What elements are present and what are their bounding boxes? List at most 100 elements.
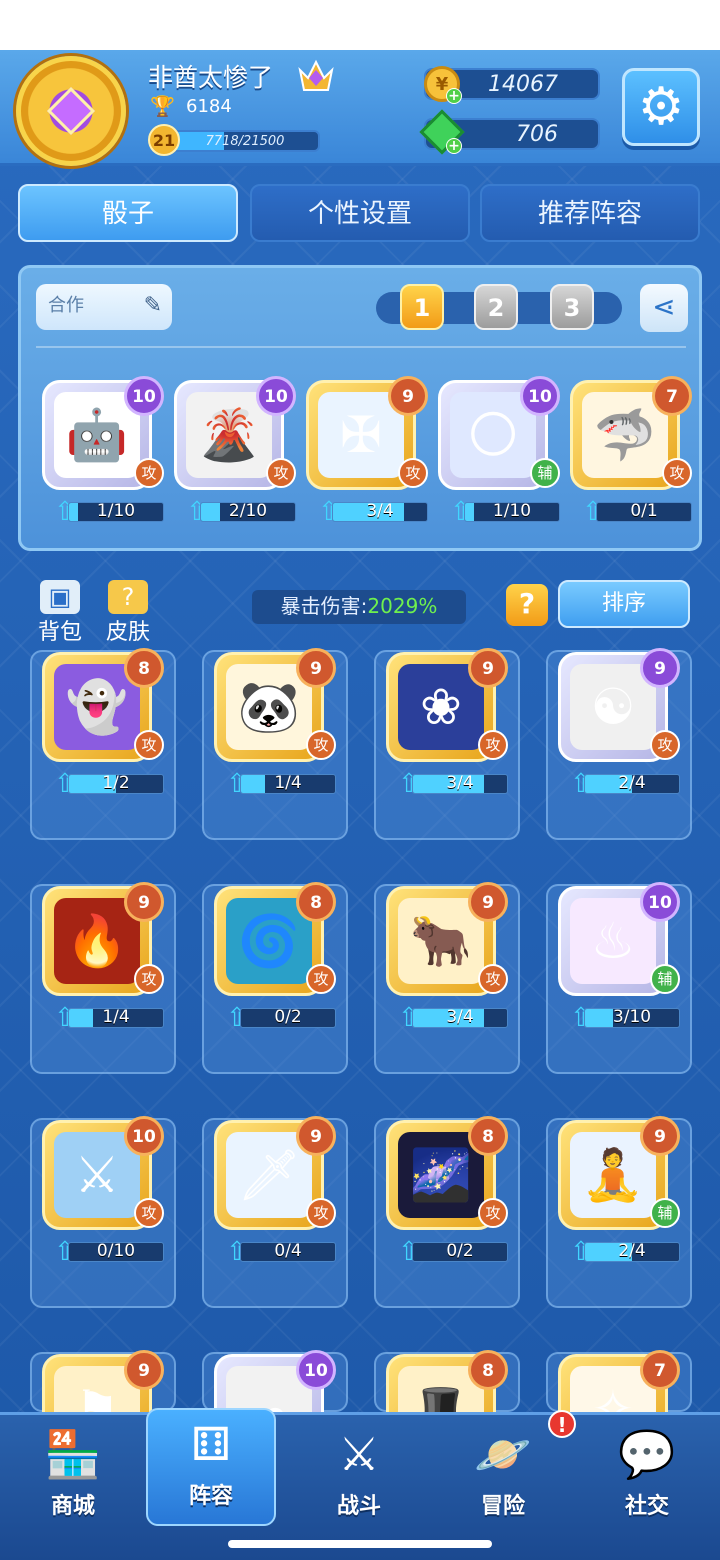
deck-slot-2[interactable]: 2 [474, 284, 518, 330]
collection-card[interactable]: 🧘 9 辅 ⇧ 2/4 [552, 1114, 684, 1274]
card-level: 8 [124, 648, 164, 688]
progress-text: 3/4 [446, 1007, 474, 1027]
card-progress[interactable]: ⇧ 0/10 [54, 1238, 166, 1266]
avatar[interactable] [16, 56, 126, 166]
nav-dice[interactable]: ⚅ 阵容 [146, 1408, 276, 1526]
collection-card[interactable]: 🐼 9 攻 ⇧ 1/4 [208, 646, 340, 806]
collection-card[interactable]: 👻 8 攻 ⇧ 1/2 [36, 646, 168, 806]
nav-planet[interactable]: 🪐 冒险 [438, 1420, 568, 1530]
sort-button[interactable]: 排序 [558, 580, 690, 628]
collection-card[interactable]: 🔥 9 攻 ⇧ 1/4 [36, 880, 168, 1040]
card-progress[interactable]: ⇧ 1/10 [450, 498, 562, 526]
deck-card[interactable]: 🌕 10 辅 ⇧ 1/10 [432, 374, 564, 534]
card-progress[interactable]: ⇧ 1/2 [54, 770, 166, 798]
tab-dice[interactable]: 骰子 [18, 184, 238, 242]
player-level: 21 [148, 124, 180, 156]
card-progress[interactable]: ⇧ 1/4 [54, 1004, 166, 1032]
card-progress[interactable]: ⇧ 3/10 [570, 1004, 682, 1032]
deck-card[interactable]: 🦈 7 攻 ⇧ 0/1 [564, 374, 696, 534]
nav-label: 阵容 [188, 1484, 233, 1509]
card-progress[interactable]: ⇧ 1/10 [54, 498, 166, 526]
card-level: 9 [640, 648, 680, 688]
card-level: 8 [468, 1350, 508, 1390]
settings-button[interactable]: ⚙ [622, 68, 700, 146]
tab-recommended-decks[interactable]: 推荐阵容 [480, 184, 700, 242]
share-button[interactable]: ⋖ [640, 284, 688, 332]
card-type-badge: 辅 [530, 458, 560, 488]
progress-text: 0/10 [96, 1241, 136, 1261]
card-type-badge: 攻 [134, 458, 164, 488]
progress-text: 2/4 [618, 1241, 646, 1261]
crit-damage: 暴击伤害:2029% [252, 590, 466, 624]
collection-card[interactable]: 🐂 9 攻 ⇧ 3/4 [380, 880, 512, 1040]
deck-card[interactable]: 🤖 10 攻 ⇧ 1/10 [36, 374, 168, 534]
divider [36, 346, 686, 348]
card-progress[interactable]: ⇧ 3/4 [398, 770, 510, 798]
card-type-badge: 辅 [650, 1198, 680, 1228]
card-progress[interactable]: ⇧ 2/10 [186, 498, 298, 526]
tab-customize[interactable]: 个性设置 [250, 184, 470, 242]
help-button[interactable]: ? [506, 584, 548, 626]
alert-badge: ! [548, 1410, 576, 1438]
progress-text: 0/4 [274, 1241, 302, 1261]
crit-label: 暴击伤害: [280, 594, 368, 618]
card-level: 10 [124, 1116, 164, 1156]
card-progress[interactable]: ⇧ 2/4 [570, 770, 682, 798]
player-name: 非酋太惨了 [148, 63, 274, 92]
deck-card[interactable]: ✠ 9 攻 ⇧ 3/4 [300, 374, 432, 534]
nav-label: 商城 [50, 1494, 95, 1519]
collection-card[interactable]: ☯ 9 攻 ⇧ 2/4 [552, 646, 684, 806]
crit-value: 2029% [367, 594, 438, 618]
collection-card[interactable]: ❀ 9 攻 ⇧ 3/4 [380, 646, 512, 806]
card-type-badge: 攻 [134, 1198, 164, 1228]
gear-icon: ⚙ [637, 77, 685, 137]
card-level: 9 [640, 1116, 680, 1156]
card-type-badge: 攻 [478, 730, 508, 760]
card-progress[interactable]: ⇧ 2/4 [570, 1238, 682, 1266]
gem-value: 706 [516, 122, 558, 147]
card-level: 8 [468, 1116, 508, 1156]
card-progress[interactable]: ⇧ 0/4 [226, 1238, 338, 1266]
card-type-badge: 攻 [398, 458, 428, 488]
card-progress[interactable]: ⇧ 3/4 [318, 498, 430, 526]
card-progress[interactable]: ⇧ 3/4 [398, 1004, 510, 1032]
collection-card[interactable]: ⚔ 10 攻 ⇧ 0/10 [36, 1114, 168, 1274]
card-level: 10 [296, 1350, 336, 1390]
card-type-badge: 辅 [650, 964, 680, 994]
add-gem-icon[interactable]: + [446, 138, 462, 154]
card-progress[interactable]: ⇧ 0/2 [226, 1004, 338, 1032]
status-bar [0, 0, 720, 50]
card-level: 10 [520, 376, 560, 416]
deck-name-field[interactable]: 合作 ✎ [36, 284, 172, 330]
card-progress[interactable]: ⇧ 1/4 [226, 770, 338, 798]
add-gold-icon[interactable]: + [446, 88, 462, 104]
card-level: 9 [468, 648, 508, 688]
nav-shop[interactable]: 🏪 商城 [8, 1420, 138, 1530]
card-level: 7 [652, 376, 692, 416]
bag-label: 背包 [37, 620, 82, 645]
share-icon: ⋖ [652, 290, 676, 323]
card-progress[interactable]: ⇧ 0/2 [398, 1238, 510, 1266]
skin-button[interactable]: ? 皮肤 [100, 580, 156, 646]
shop-icon: 🏪 [44, 1427, 102, 1481]
deck-slot-1[interactable]: 1 [400, 284, 444, 330]
collection-card[interactable]: 🌀 8 攻 ⇧ 0/2 [208, 880, 340, 1040]
card-progress[interactable]: ⇧ 0/1 [582, 498, 694, 526]
deck-card[interactable]: 🌋 10 攻 ⇧ 2/10 [168, 374, 300, 534]
collection-card[interactable]: 🗡 9 攻 ⇧ 0/4 [208, 1114, 340, 1274]
nav-label: 社交 [624, 1494, 669, 1519]
collection-card[interactable]: ♨ 10 辅 ⇧ 3/10 [552, 880, 684, 1040]
card-type-badge: 攻 [478, 1198, 508, 1228]
card-type-badge: 攻 [306, 1198, 336, 1228]
bag-button[interactable]: ▣ 背包 [32, 580, 88, 646]
collection-card[interactable]: 🌌 8 攻 ⇧ 0/2 [380, 1114, 512, 1274]
swords-icon: ⚔ [338, 1427, 380, 1481]
deck-slot-3[interactable]: 3 [550, 284, 594, 330]
nav-chat[interactable]: 💬 社交 [582, 1420, 712, 1530]
home-indicator [228, 1540, 492, 1548]
progress-text: 1/2 [102, 773, 130, 793]
rank-crown-icon [298, 59, 334, 91]
nav-label: 战斗 [336, 1494, 381, 1519]
nav-swords[interactable]: ⚔ 战斗 [294, 1420, 424, 1530]
card-type-badge: 攻 [134, 964, 164, 994]
